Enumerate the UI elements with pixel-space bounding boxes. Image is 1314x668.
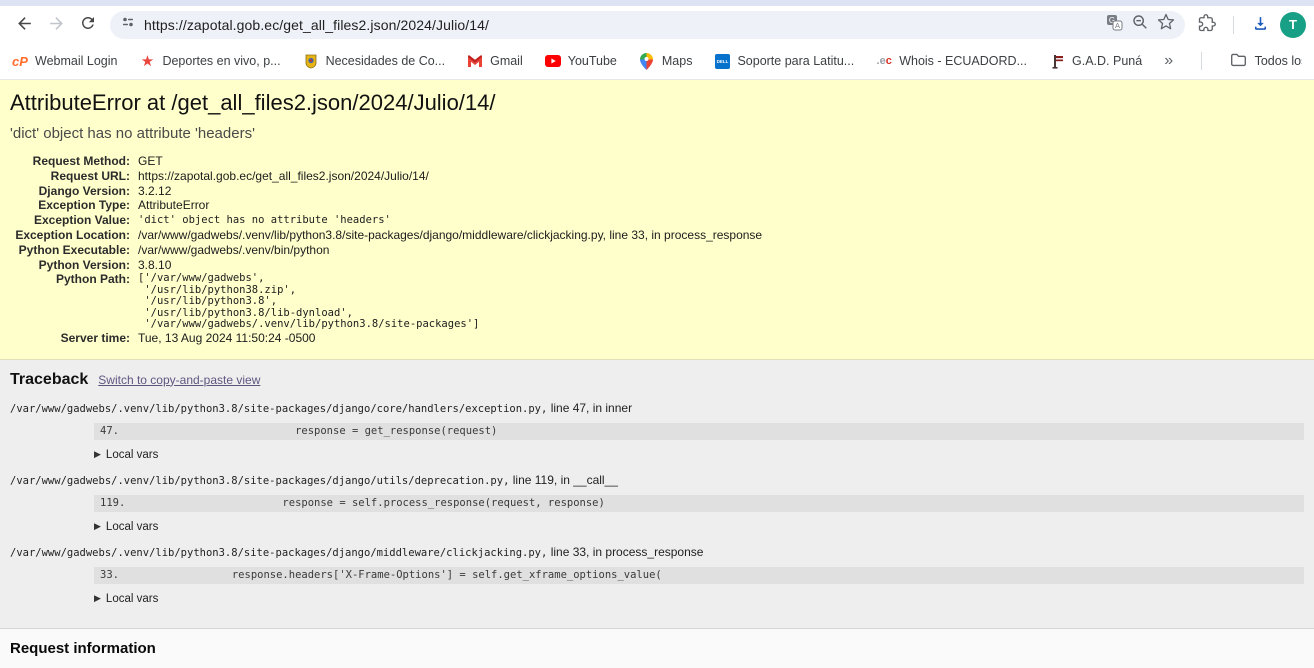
- local-vars-label: Local vars: [106, 449, 158, 461]
- extensions-puzzle-icon: [1198, 14, 1216, 35]
- meta-row-request-url: Request URL: https://zapotal.gob.ec/get_…: [10, 170, 1304, 185]
- frame-line-info: line 119, in __call__: [513, 473, 618, 487]
- traceback-section: Traceback Switch to copy-and-paste view …: [0, 360, 1314, 628]
- bookmark-label: Maps: [662, 54, 693, 68]
- bookmark-label: Gmail: [490, 54, 523, 68]
- meta-row-python-executable: Python Executable: /var/www/gadwebs/.ven…: [10, 244, 1304, 259]
- bookmark-gmail[interactable]: Gmail: [467, 53, 523, 69]
- red-star-icon: ★: [139, 53, 155, 69]
- bookmark-label: Soporte para Latitu...: [737, 54, 854, 68]
- bookmark-dell-soporte[interactable]: DELL Soporte para Latitu...: [714, 53, 854, 69]
- ecuador-shield-icon: [303, 53, 319, 69]
- back-icon: [15, 14, 34, 36]
- bookmark-label: Whois - ECUADORD...: [899, 54, 1027, 68]
- gmail-icon: [467, 53, 483, 69]
- switch-view-link[interactable]: Switch to copy-and-paste view: [98, 373, 260, 387]
- flag-icon: [1049, 53, 1065, 69]
- frame-code-line: 47. response = get_response(request): [94, 423, 1304, 440]
- request-information-heading: Request information: [10, 640, 1304, 657]
- bookmarks-overflow-chevron[interactable]: »: [1164, 52, 1173, 70]
- url-text[interactable]: https://zapotal.gob.ec/get_all_files2.js…: [144, 17, 1098, 33]
- site-settings-icon[interactable]: [120, 14, 136, 35]
- meta-row-server-time: Server time: Tue, 13 Aug 2024 11:50:24 -…: [10, 332, 1304, 347]
- bookmark-label: Necesidades de Co...: [326, 54, 446, 68]
- zoom-out-icon[interactable]: [1131, 13, 1149, 36]
- local-vars-toggle[interactable]: ▶ Local vars: [94, 521, 1304, 533]
- meta-row-exception-value: Exception Value: 'dict' object has no at…: [10, 214, 1304, 229]
- frame-code-line: 33. response.headers['X-Frame-Options'] …: [94, 567, 1304, 584]
- reload-icon: [79, 14, 97, 35]
- profile-avatar[interactable]: T: [1280, 12, 1306, 38]
- bookmark-label: Webmail Login: [35, 54, 117, 68]
- reload-button[interactable]: [72, 9, 104, 41]
- bookmark-label: Deportes en vivo, p...: [162, 54, 280, 68]
- meta-row-exception-location: Exception Location: /var/www/gadwebs/.ve…: [10, 229, 1304, 244]
- browser-toolbar: https://zapotal.gob.ec/get_all_files2.js…: [0, 6, 1314, 43]
- frame-line-info: line 33, in process_response: [551, 545, 704, 559]
- error-summary-section: AttributeError at /get_all_files2.json/2…: [0, 80, 1314, 360]
- frame-file-path: /var/www/gadwebs/.venv/lib/python3.8/sit…: [10, 547, 547, 559]
- back-button[interactable]: [8, 9, 40, 41]
- frame-file-path: /var/www/gadwebs/.venv/lib/python3.8/sit…: [10, 475, 509, 487]
- dell-icon: DELL: [714, 53, 730, 69]
- traceback-heading: Traceback: [10, 371, 88, 389]
- meta-row-exception-type: Exception Type: AttributeError: [10, 199, 1304, 214]
- frame-file-path: /var/www/gadwebs/.venv/lib/python3.8/sit…: [10, 403, 547, 415]
- error-subtitle: 'dict' object has no attribute 'headers': [10, 125, 1304, 142]
- bookmark-youtube[interactable]: YouTube: [545, 53, 617, 69]
- python-path-value: ['/var/www/gadwebs', '/usr/lib/python38.…: [138, 273, 479, 331]
- traceback-frame: /var/www/gadwebs/.venv/lib/python3.8/sit…: [10, 474, 1304, 533]
- frame-code-line: 119. response = self.process_response(re…: [94, 495, 1304, 512]
- youtube-icon: [545, 53, 561, 69]
- cpanel-icon: cP: [12, 53, 28, 69]
- local-vars-toggle[interactable]: ▶ Local vars: [94, 593, 1304, 605]
- bookmark-deportes[interactable]: ★ Deportes en vivo, p...: [139, 53, 280, 69]
- svg-text:A: A: [1115, 21, 1120, 30]
- translate-icon[interactable]: G A: [1106, 14, 1123, 36]
- meta-row-request-method: Request Method: GET: [10, 155, 1304, 170]
- forward-icon: [47, 14, 66, 36]
- bookmarks-bar: cP Webmail Login ★ Deportes en vivo, p..…: [0, 43, 1314, 80]
- bookmark-label: G.A.D. Puná: [1072, 54, 1142, 68]
- toolbar-separator: [1233, 16, 1234, 34]
- local-vars-label: Local vars: [106, 521, 158, 533]
- downloads-button[interactable]: [1244, 9, 1276, 41]
- forward-button[interactable]: [40, 9, 72, 41]
- download-icon: [1251, 14, 1270, 36]
- traceback-frame: /var/www/gadwebs/.venv/lib/python3.8/sit…: [10, 402, 1304, 461]
- traceback-frame: /var/www/gadwebs/.venv/lib/python3.8/sit…: [10, 546, 1304, 605]
- frame-line-info: line 47, in inner: [551, 401, 632, 415]
- bookmark-webmail[interactable]: cP Webmail Login: [12, 53, 117, 69]
- request-information-section: Request information: [0, 628, 1314, 668]
- folder-icon: [1230, 52, 1247, 70]
- bookmark-star-icon[interactable]: [1157, 13, 1175, 36]
- bookmark-whois[interactable]: .ec Whois - ECUADORD...: [876, 53, 1027, 69]
- local-vars-label: Local vars: [106, 593, 158, 605]
- meta-row-python-path: Python Path: ['/var/www/gadwebs', '/usr/…: [10, 273, 1304, 332]
- expand-triangle-icon: ▶: [94, 593, 101, 604]
- meta-row-python-version: Python Version: 3.8.10: [10, 259, 1304, 274]
- toolbar-right: T: [1191, 9, 1306, 41]
- all-bookmarks-label: Todos los marcadores: [1255, 54, 1302, 68]
- error-title: AttributeError at /get_all_files2.json/2…: [10, 90, 1304, 116]
- whois-ec-icon: .ec: [876, 53, 892, 69]
- bookmark-necesidades[interactable]: Necesidades de Co...: [303, 53, 446, 69]
- error-meta-table: Request Method: GET Request URL: https:/…: [10, 155, 1304, 347]
- bookmark-maps[interactable]: Maps: [639, 53, 693, 69]
- address-bar[interactable]: https://zapotal.gob.ec/get_all_files2.js…: [110, 11, 1185, 39]
- expand-triangle-icon: ▶: [94, 521, 101, 532]
- bookmark-gad-puna[interactable]: G.A.D. Puná: [1049, 53, 1142, 69]
- maps-pin-icon: [639, 53, 655, 69]
- bookmark-label: YouTube: [568, 54, 617, 68]
- extensions-button[interactable]: [1191, 9, 1223, 41]
- local-vars-toggle[interactable]: ▶ Local vars: [94, 449, 1304, 461]
- expand-triangle-icon: ▶: [94, 449, 101, 460]
- meta-row-django-version: Django Version: 3.2.12: [10, 185, 1304, 200]
- all-bookmarks-button[interactable]: Todos los marcadores: [1230, 52, 1302, 70]
